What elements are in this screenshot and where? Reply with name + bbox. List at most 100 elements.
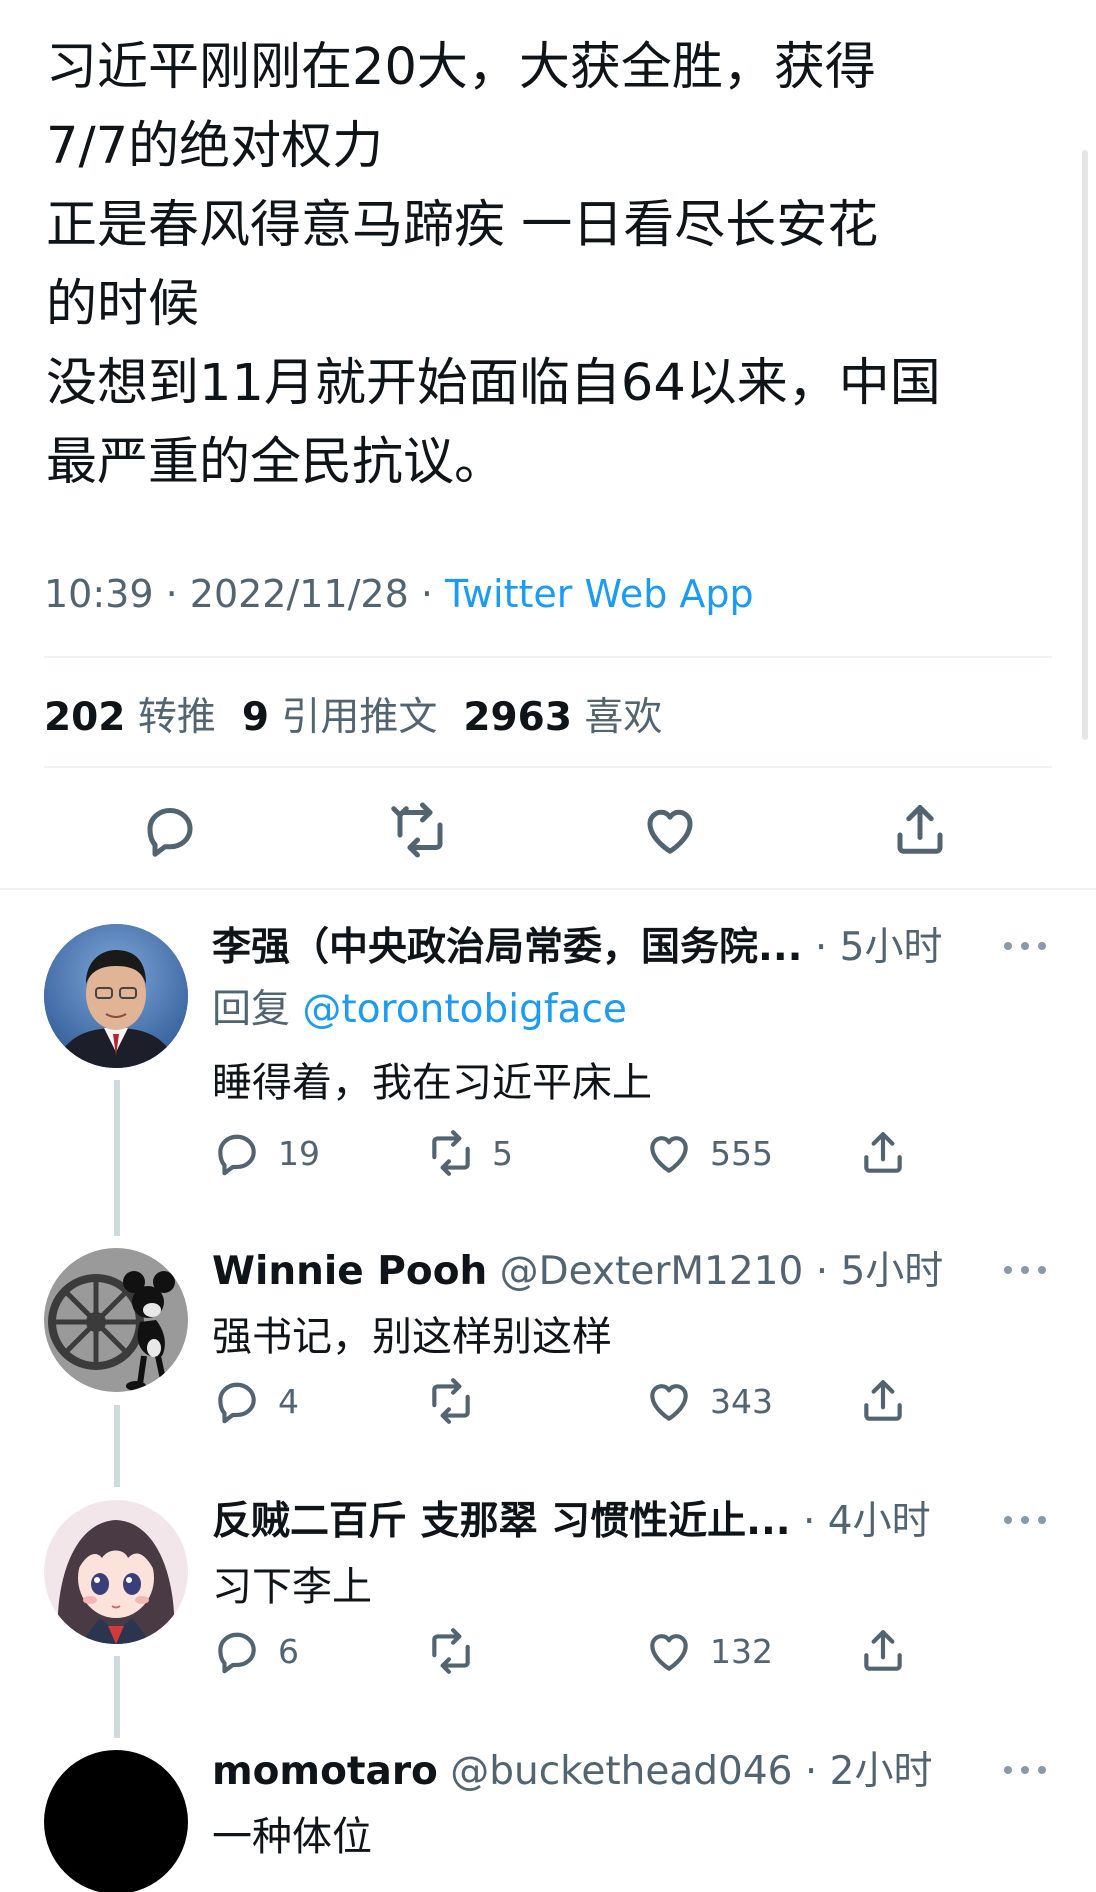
retweets-count: 202 <box>44 695 126 740</box>
reply-time[interactable]: · 2小时 <box>792 1749 933 1794</box>
avatar[interactable] <box>44 1500 188 1644</box>
more-dot <box>1021 1266 1029 1274</box>
retweet-button[interactable]: 5 <box>426 1128 513 1178</box>
like-count: 343 <box>710 1381 773 1421</box>
reply-count: 4 <box>278 1381 299 1421</box>
quotes-count: 9 <box>241 695 269 740</box>
retweet-icon <box>391 802 443 858</box>
share-icon <box>864 1630 902 1671</box>
reply-action-bar: 6 132 <box>0 1626 1096 1676</box>
divider <box>44 656 1052 658</box>
avatar[interactable] <box>44 924 188 1068</box>
likes-stat[interactable]: 2963 喜欢 <box>463 695 662 740</box>
tweet-text-line: 7/7的绝对权力 <box>46 117 384 176</box>
tweet-text-line: 的时候 <box>46 275 200 334</box>
retweet-icon <box>432 1628 470 1674</box>
share-icon <box>864 1132 902 1173</box>
reply-time[interactable]: · 5小时 <box>802 925 943 970</box>
reply-button[interactable]: 6 <box>212 1626 299 1676</box>
more-dot <box>1004 1516 1012 1524</box>
like-button[interactable]: 343 <box>644 1376 773 1426</box>
tweet-time[interactable]: 10:39 <box>44 572 154 616</box>
reply-text: 强书记，别这样别这样 <box>212 1314 612 1360</box>
more-dot <box>1021 1516 1029 1524</box>
reply-button[interactable]: 19 <box>212 1128 320 1178</box>
more-button[interactable] <box>1004 1260 1048 1280</box>
reply-count: 6 <box>278 1631 299 1671</box>
like-count: 555 <box>710 1133 773 1173</box>
reply-time[interactable]: · 5小时 <box>803 1249 944 1294</box>
avatar[interactable] <box>44 1750 188 1892</box>
scrollbar[interactable] <box>1082 150 1088 740</box>
retweet-button[interactable] <box>426 1376 492 1426</box>
more-button[interactable] <box>1004 1510 1048 1530</box>
likes-count: 2963 <box>463 695 572 740</box>
reply-tweet[interactable]: 李强（中央政治局常委，国务院... · 5小时 回复 @torontobigfa… <box>0 890 1096 1220</box>
reply-author-name[interactable]: 李强（中央政治局常委，国务院... <box>212 925 802 970</box>
reply-author-name[interactable]: Winnie Pooh <box>212 1249 487 1294</box>
reply-tweet[interactable]: 反贼二百斤 支那翠 习惯性近止... · 4小时 习下李上 6 132 <box>0 1480 1096 1720</box>
share-button[interactable] <box>890 800 950 860</box>
reply-header: momotaro @buckethead046 · 2小时 <box>212 1740 932 1796</box>
reply-time[interactable]: · 4小时 <box>791 1499 931 1544</box>
quotes-stat[interactable]: 9 引用推文 <box>242 695 438 740</box>
retweet-button[interactable] <box>426 1626 492 1676</box>
retweet-icon <box>432 1378 470 1424</box>
share-button[interactable] <box>858 1376 908 1426</box>
replying-to-handle[interactable]: @torontobigface <box>302 987 626 1032</box>
reply-text: 一种体位 <box>212 1814 372 1860</box>
reply-author-handle[interactable]: @DexterM1210 <box>487 1249 804 1294</box>
reply-button[interactable]: 4 <box>212 1376 299 1426</box>
reply-action-bar: 19 5 555 <box>0 1128 1096 1178</box>
share-icon <box>897 805 943 854</box>
reply-text: 睡得着，我在习近平床上 <box>212 1060 652 1106</box>
likes-label: 喜欢 <box>584 695 663 740</box>
heart-icon <box>647 809 693 854</box>
divider <box>44 766 1052 768</box>
retweets-label: 转推 <box>137 695 216 740</box>
anime-girl-avatar-image <box>44 1500 188 1644</box>
more-button[interactable] <box>1004 1760 1048 1780</box>
reply-tweet[interactable]: Winnie Pooh @DexterM1210 · 5小时 强书记，别这样别这… <box>0 1230 1096 1470</box>
more-dot <box>1038 942 1046 950</box>
retweet-count: 5 <box>492 1133 513 1173</box>
reply-author-name[interactable]: 反贼二百斤 支那翠 习惯性近止... <box>212 1499 791 1544</box>
tweet-text-line: 正是春风得意马蹄疾 一日看尽长安花 <box>46 196 879 255</box>
reply-icon <box>218 1382 256 1424</box>
meta-separator: · <box>408 572 446 616</box>
like-button[interactable] <box>640 800 700 860</box>
tweet-date[interactable]: 2022/11/28 <box>190 572 409 616</box>
share-button[interactable] <box>858 1626 908 1676</box>
replying-to: 回复 @torontobigface <box>212 978 627 1034</box>
avatar[interactable] <box>44 1248 188 1392</box>
share-icon <box>864 1380 902 1421</box>
like-count: 132 <box>710 1631 773 1671</box>
reply-tweet[interactable]: momotaro @buckethead046 · 2小时 一种体位 <box>0 1730 1096 1892</box>
heart-icon <box>650 1634 688 1671</box>
retweet-button[interactable] <box>390 800 450 860</box>
more-dot <box>1038 1516 1046 1524</box>
tweet-action-bar <box>0 800 1096 860</box>
reply-icon <box>218 1632 256 1674</box>
retweets-stat[interactable]: 202 转推 <box>44 695 216 740</box>
like-button[interactable]: 555 <box>644 1128 773 1178</box>
reply-button[interactable] <box>140 800 200 860</box>
more-dot <box>1038 1766 1046 1774</box>
tweet-stats: 202 转推 9 引用推文 2963 喜欢 <box>44 686 662 742</box>
tweet-source-link[interactable]: Twitter Web App <box>445 572 754 616</box>
reply-text: 习下李上 <box>212 1564 372 1610</box>
reply-header: Winnie Pooh @DexterM1210 · 5小时 <box>212 1240 943 1296</box>
replying-to-label: 回复 <box>212 987 303 1032</box>
reply-author-name[interactable]: momotaro <box>212 1749 438 1794</box>
more-dot <box>1038 1266 1046 1274</box>
more-dot <box>1004 1766 1012 1774</box>
tweet-meta: 10:39 · 2022/11/28 · Twitter Web App <box>44 572 754 616</box>
share-button[interactable] <box>858 1128 908 1178</box>
reply-author-handle[interactable]: @buckethead046 <box>438 1749 792 1794</box>
tweet-text-line: 没想到11月就开始面临自64以来，中国 <box>46 354 941 413</box>
quotes-label: 引用推文 <box>281 695 438 740</box>
more-button[interactable] <box>1004 936 1048 956</box>
heart-icon <box>650 1384 688 1421</box>
reply-icon <box>218 1134 256 1176</box>
like-button[interactable]: 132 <box>644 1626 773 1676</box>
